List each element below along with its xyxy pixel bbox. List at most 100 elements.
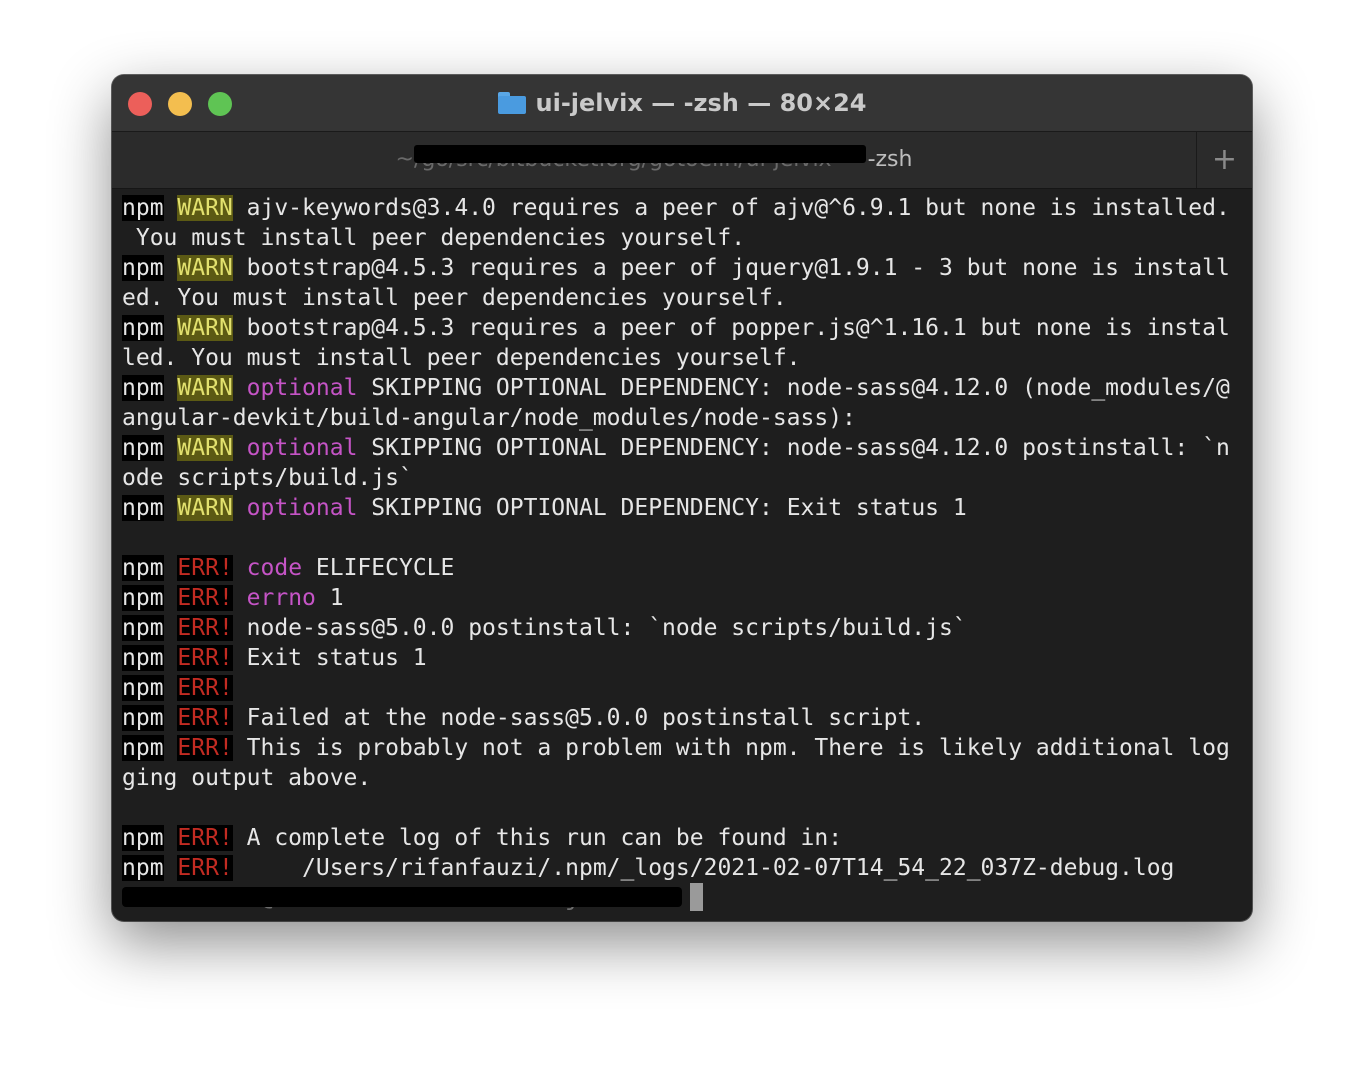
line-text [164,495,178,521]
line-text: /Users/rifanfauzi/.npm/_logs/2021-02-07T… [232,855,1175,881]
line-text: ed. You must install peer dependencies y… [122,285,787,311]
token-kw: optional [246,435,358,461]
token-err: ERR! [177,735,233,761]
line-text: A complete log of this run can be found … [232,825,843,851]
terminal-line: npm WARN optional SKIPPING OPTIONAL DEPE… [122,373,1246,403]
line-text [164,585,178,611]
line-text: SKIPPING OPTIONAL DEPENDENCY: Exit statu… [357,495,967,521]
terminal-line: led. You must install peer dependencies … [122,343,1246,373]
line-text: SKIPPING OPTIONAL DEPENDENCY: node-sass@… [357,375,1230,401]
token-npm: npm [122,555,164,581]
terminal-line: npm WARN ajv-keywords@3.4.0 requires a p… [122,193,1246,223]
text-cursor [689,883,703,911]
line-text: SKIPPING OPTIONAL DEPENDENCY: node-sass@… [357,435,1230,461]
token-err: ERR! [177,645,233,671]
line-text [233,495,247,521]
line-text: ajv-keywords@3.4.0 requires a peer of aj… [232,195,1230,221]
line-text [164,315,178,341]
line-text [164,855,178,881]
token-npm: npm [122,645,164,671]
line-text [164,705,178,731]
token-npm: npm [122,195,164,221]
tab-path: ~/go/src/bitbucket.org/gotoelin/ui-jelvi… [396,145,866,172]
terminal-line: npm WARN optional SKIPPING OPTIONAL DEPE… [122,493,1246,523]
line-text: You must install peer dependencies yours… [122,225,746,251]
line-text: Failed at the node-sass@5.0.0 postinstal… [232,705,926,731]
line-text [164,435,178,461]
line-text: angular-devkit/build-angular/node_module… [122,405,856,431]
terminal-line: npm ERR! This is probably not a problem … [122,733,1246,763]
token-npm: npm [122,585,164,611]
new-tab-button[interactable]: + [1196,132,1252,188]
prompt-line[interactable]: rifanfauzi@ifans-MacBook-Air ui-jelvix % [122,883,1246,913]
token-kw: optional [246,495,358,521]
token-npm: npm [122,705,164,731]
line-text [164,645,178,671]
line-text: Exit status 1 [232,645,427,671]
terminal-line: npm ERR! A complete log of this run can … [122,823,1246,853]
terminal-line: npm ERR! [122,673,1246,703]
terminal-line: npm ERR! errno 1 [122,583,1246,613]
terminal-line: npm ERR! /Users/rifanfauzi/.npm/_logs/20… [122,853,1246,883]
line-text: led. You must install peer dependencies … [122,345,801,371]
token-npm: npm [122,435,164,461]
line-text [164,735,178,761]
line-text [164,555,178,581]
terminal-line: npm ERR! Failed at the node-sass@5.0.0 p… [122,703,1246,733]
window-title-container: ui-jelvix — -zsh — 80×24 [112,89,1252,117]
terminal-line: You must install peer dependencies yours… [122,223,1246,253]
token-npm: npm [122,855,164,881]
terminal-line: npm WARN optional SKIPPING OPTIONAL DEPE… [122,433,1246,463]
line-text [233,555,247,581]
token-npm: npm [122,255,164,281]
terminal-output[interactable]: npm WARN ajv-keywords@3.4.0 requires a p… [122,193,1246,913]
token-npm: npm [122,615,164,641]
token-err: ERR! [177,705,233,731]
token-npm: npm [122,825,164,851]
line-text: node-sass@5.0.0 postinstall: `node scrip… [232,615,967,641]
line-text: ELIFECYCLE [302,555,455,581]
terminal-line: angular-devkit/build-angular/node_module… [122,403,1246,433]
terminal-line: npm ERR! code ELIFECYCLE [122,553,1246,583]
line-text [164,675,178,701]
token-warn: WARN [177,315,233,341]
line-text: ode scripts/build.js` [122,465,413,491]
terminal-line: npm WARN bootstrap@4.5.3 requires a peer… [122,253,1246,283]
token-err: ERR! [177,615,233,641]
line-text: This is probably not a problem with npm.… [232,735,1230,761]
token-err: ERR! [177,585,233,611]
line-text: 1 [315,585,344,611]
line-text: ging output above. [122,765,372,791]
folder-icon [497,92,526,114]
line-text [233,585,247,611]
redaction-bar [413,145,866,163]
tab-zsh[interactable]: ~/go/src/bitbucket.org/gotoelin/ui-jelvi… [112,132,1196,188]
line-text [164,255,178,281]
token-npm: npm [122,675,164,701]
token-err: ERR! [177,855,233,881]
token-warn: WARN [177,195,233,221]
redaction-bar [122,887,682,907]
line-text [233,375,247,401]
line-text [164,825,178,851]
line-text [233,435,247,461]
token-npm: npm [122,495,164,521]
token-npm: npm [122,315,164,341]
line-text: bootstrap@4.5.3 requires a peer of jquer… [232,255,1230,281]
token-err: ERR! [177,555,233,581]
terminal-line: ed. You must install peer dependencies y… [122,283,1246,313]
title-bar[interactable]: ui-jelvix — -zsh — 80×24 [112,75,1252,131]
terminal-window: ui-jelvix — -zsh — 80×24 ~/go/src/bitbuc… [112,75,1252,921]
terminal-line: npm ERR! node-sass@5.0.0 postinstall: `n… [122,613,1246,643]
line-text: bootstrap@4.5.3 requires a peer of poppe… [232,315,1230,341]
terminal-line: npm WARN bootstrap@4.5.3 requires a peer… [122,313,1246,343]
tab-bar: ~/go/src/bitbucket.org/gotoelin/ui-jelvi… [112,131,1252,189]
token-err: ERR! [177,675,233,701]
token-npm: npm [122,735,164,761]
token-kw: optional [246,375,358,401]
token-warn: WARN [177,435,233,461]
line-text [164,375,178,401]
token-warn: WARN [177,255,233,281]
